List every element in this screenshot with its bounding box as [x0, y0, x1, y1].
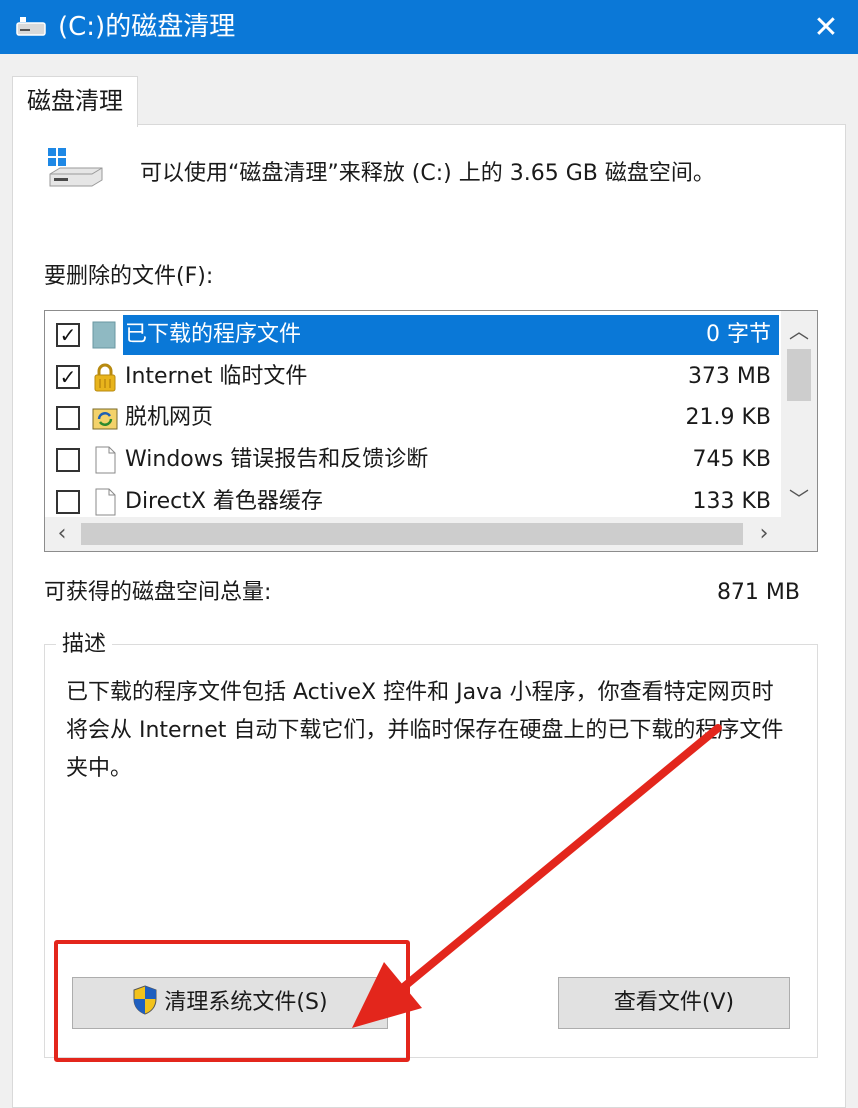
- chevron-down-icon[interactable]: ﹀: [781, 481, 817, 517]
- list-item[interactable]: Windows 错误报告和反馈诊断 745 KB: [45, 440, 781, 480]
- file-name: 脱机网页: [125, 405, 214, 430]
- description-text: 已下载的程序文件包括 ActiveX 控件和 Java 小程序，你查看特定网页时…: [66, 680, 784, 781]
- annotation-highlight-box: [54, 940, 410, 1062]
- files-to-delete-label: 要删除的文件(F):: [44, 264, 214, 289]
- title-bar: (C:)的磁盘清理 ✕: [0, 0, 858, 54]
- view-files-label: 查看文件(V): [613, 990, 735, 1015]
- list-item[interactable]: ✓ Internet 临时文件 373 MB: [45, 357, 781, 397]
- intro-text: 可以使用“磁盘清理”来释放 (C:) 上的 3.65 GB 磁盘空间。: [140, 161, 715, 186]
- description-legend: 描述: [56, 630, 113, 660]
- file-size: 133 KB: [692, 489, 771, 514]
- folder-icon: [92, 321, 116, 349]
- list-item[interactable]: DirectX 着色器缓存 133 KB: [45, 482, 781, 522]
- document-icon: [95, 446, 116, 474]
- offline-pages-icon: [92, 408, 118, 430]
- vertical-scrollbar[interactable]: ︿ ﹀: [781, 311, 817, 517]
- chevron-left-icon[interactable]: ‹: [45, 517, 79, 551]
- scrollbar-thumb[interactable]: [787, 349, 811, 401]
- file-list[interactable]: ✓ 已下载的程序文件 0 字节 ✓ Internet 临时文件 373 MB 脱…: [44, 310, 818, 552]
- checkbox[interactable]: ✓: [56, 323, 80, 347]
- file-name: Windows 错误报告和反馈诊断: [125, 447, 429, 472]
- document-icon: [95, 488, 116, 516]
- file-name: Internet 临时文件: [125, 364, 308, 389]
- checkbox[interactable]: [56, 490, 80, 514]
- checkbox[interactable]: ✓: [56, 365, 80, 389]
- drive-icon: [48, 148, 103, 187]
- view-files-button[interactable]: 查看文件(V): [558, 977, 790, 1029]
- file-name: 已下载的程序文件: [123, 315, 308, 355]
- chevron-up-icon[interactable]: ︿: [781, 313, 817, 349]
- tab-disk-cleanup[interactable]: 磁盘清理: [12, 76, 138, 127]
- checkbox[interactable]: [56, 448, 80, 472]
- disk-cleanup-icon: [16, 17, 46, 36]
- scrollbar-corner: [781, 517, 817, 551]
- list-item[interactable]: ✓ 已下载的程序文件 0 字节: [45, 315, 781, 355]
- window-title: (C:)的磁盘清理: [58, 12, 236, 42]
- checkbox[interactable]: [56, 406, 80, 430]
- scrollbar-thumb[interactable]: [81, 523, 743, 545]
- file-size: 745 KB: [692, 447, 771, 472]
- file-size: 0 字节: [706, 322, 771, 347]
- close-button[interactable]: ✕: [794, 0, 858, 54]
- total-space-value: 871 MB: [716, 580, 800, 605]
- file-name: DirectX 着色器缓存: [125, 489, 323, 514]
- file-size: 373 MB: [687, 364, 771, 389]
- list-item[interactable]: 脱机网页 21.9 KB: [45, 398, 781, 438]
- lock-icon: [94, 363, 116, 392]
- file-size: 21.9 KB: [685, 405, 772, 430]
- total-space-label: 可获得的磁盘空间总量:: [44, 580, 272, 605]
- chevron-right-icon[interactable]: ›: [747, 517, 781, 551]
- horizontal-scrollbar[interactable]: ‹ ›: [45, 517, 781, 551]
